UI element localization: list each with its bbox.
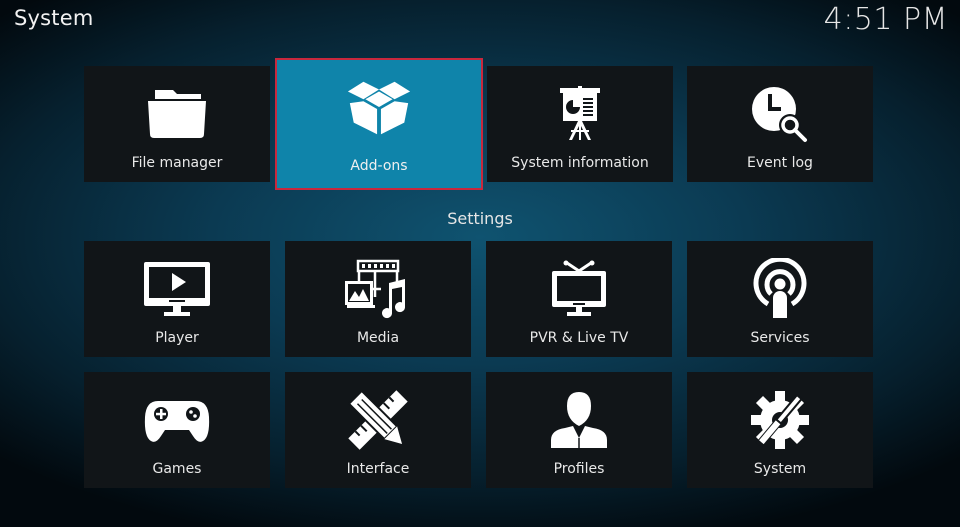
monitor-play-icon (142, 259, 212, 319)
tile-file-manager[interactable]: File manager (84, 66, 270, 182)
podcast-broadcast-icon (745, 258, 815, 319)
tile-label: System (753, 461, 807, 477)
gamepad-icon (142, 390, 212, 450)
open-box-icon (344, 78, 414, 138)
tile-label: System information (511, 155, 649, 171)
window-title: System (14, 6, 94, 30)
tile-label: Profiles (553, 461, 605, 477)
clock: 4:51 PM (823, 2, 948, 37)
presentation-board-icon (545, 84, 615, 144)
folder-icon (142, 84, 212, 144)
tile-event-log[interactable]: Event log (687, 66, 873, 182)
tile-label: Games (152, 461, 202, 477)
gear-wrench-icon (745, 390, 815, 450)
media-film-image-music-icon (343, 259, 413, 319)
tile-system-information[interactable]: System information (487, 66, 673, 182)
tile-media[interactable]: Media (285, 241, 471, 357)
tile-label: File manager (131, 155, 223, 171)
tile-label: Interface (346, 461, 410, 477)
clock-search-icon (745, 84, 815, 144)
pencil-ruler-icon (343, 390, 413, 450)
tile-label: Player (155, 330, 199, 346)
tile-label: PVR & Live TV (529, 330, 629, 346)
tile-label: Add-ons (350, 158, 408, 174)
tile-profiles[interactable]: Profiles (486, 372, 672, 488)
user-profile-icon (544, 390, 614, 450)
tile-services[interactable]: Services (687, 241, 873, 357)
tile-games[interactable]: Games (84, 372, 270, 488)
settings-heading: Settings (447, 209, 513, 228)
tile-label: Services (750, 330, 810, 346)
tile-label: Media (356, 330, 400, 346)
tile-add-ons[interactable]: Add-ons (275, 58, 483, 190)
tile-pvr-live-tv[interactable]: PVR & Live TV (486, 241, 672, 357)
tile-interface[interactable]: Interface (285, 372, 471, 488)
tile-player[interactable]: Player (84, 241, 270, 357)
tile-system[interactable]: System (687, 372, 873, 488)
tv-antenna-icon (544, 259, 614, 319)
tile-label: Event log (747, 155, 813, 171)
